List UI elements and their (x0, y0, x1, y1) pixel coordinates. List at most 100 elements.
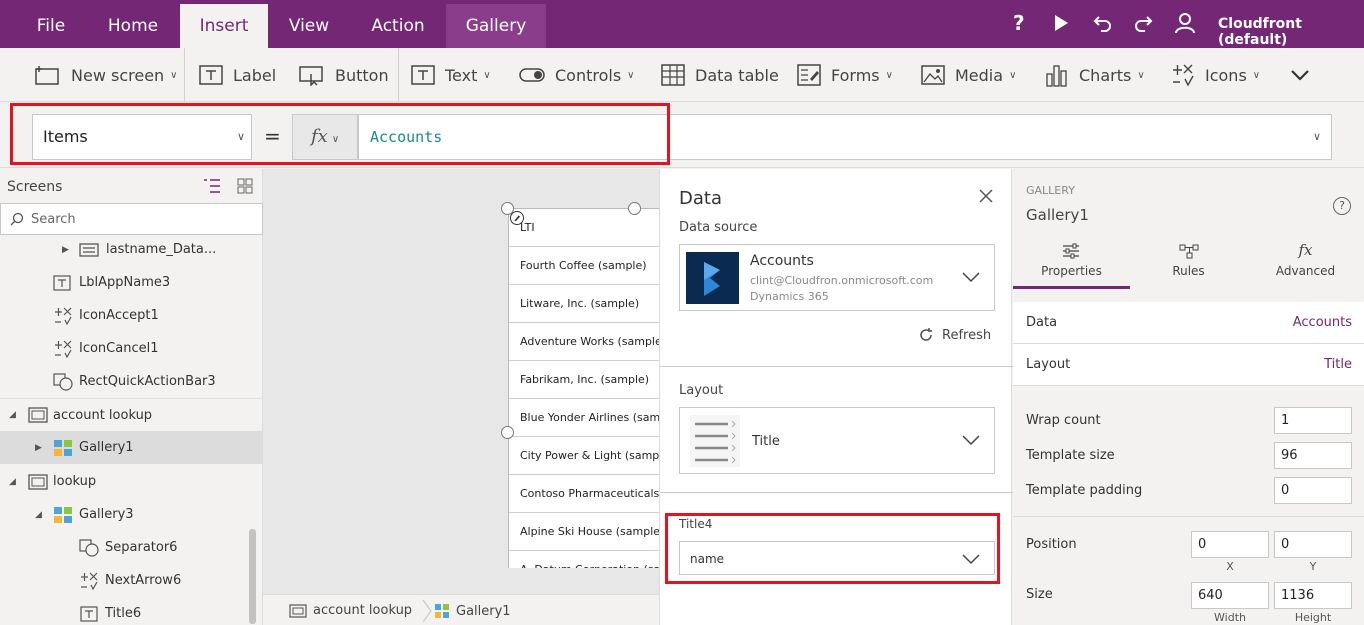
thumbnail-view-icon[interactable] (237, 178, 253, 194)
tree-item[interactable]: ▶ lastname_Data... (0, 233, 263, 266)
divider (660, 366, 1013, 367)
position-x-input[interactable]: 0 (1191, 531, 1269, 558)
tree-scrollbar[interactable] (249, 529, 256, 624)
chevron-down-icon (962, 272, 980, 283)
data-table-button[interactable]: Data table (660, 60, 779, 90)
label-button[interactable]: Label (198, 60, 276, 90)
undo-icon[interactable] (1092, 12, 1114, 34)
wrap-count-input[interactable]: 1 (1274, 407, 1352, 434)
close-icon[interactable] (978, 188, 994, 204)
collapse-arrow-icon[interactable]: ◢ (9, 477, 16, 487)
gallery-item[interactable]: Fourth Coffee (sample) (509, 247, 668, 285)
label-icon (199, 65, 223, 85)
tree-item[interactable]: NextArrow6 (0, 564, 263, 597)
forms-button[interactable]: Forms ∨ (796, 60, 893, 90)
gallery-control[interactable]: LTI Fourth Coffee (sample) Litware, Inc.… (508, 208, 668, 568)
tree-search-input[interactable]: Search (0, 203, 263, 235)
gallery-item[interactable]: Litware, Inc. (sample) (509, 285, 668, 323)
tab-advanced[interactable]: fx Advanced (1247, 237, 1364, 289)
gallery-item[interactable]: Alpine Ski House (sample) (509, 513, 668, 551)
expand-arrow-icon[interactable]: ▶ (35, 443, 42, 453)
menu-insert[interactable]: Insert (180, 4, 268, 48)
screen-icon (28, 407, 48, 423)
data-source-selector[interactable]: Accounts clint@Cloudfron.onmicrosoft.com… (679, 244, 995, 311)
play-icon[interactable] (1050, 12, 1072, 34)
tree-view-icon[interactable] (203, 178, 221, 194)
position-y-input[interactable]: 0 (1274, 531, 1352, 558)
width-input[interactable]: 640 (1191, 582, 1269, 609)
layout-property-label: Layout (1026, 357, 1071, 372)
forms-label: Forms (831, 65, 880, 85)
height-input[interactable]: 1136 (1274, 582, 1352, 609)
tree-item[interactable]: Separator6 (0, 531, 263, 564)
menu-action[interactable]: Action (358, 4, 438, 48)
template-size-label: Template size (1026, 448, 1115, 463)
tree-item-screen[interactable]: ◢ lookup (0, 465, 263, 498)
tree-item[interactable]: ◢ Gallery3 (0, 498, 263, 531)
tree-item-screen[interactable]: ◢ account lookup (0, 398, 263, 431)
menu-file[interactable]: File (22, 4, 80, 48)
control-name[interactable]: Gallery1 (1026, 206, 1089, 224)
controls-button[interactable]: Controls ∨ (518, 60, 635, 90)
refresh-button[interactable]: Refresh (918, 327, 991, 343)
media-button[interactable]: Media ∨ (920, 60, 1016, 90)
expand-arrow-icon[interactable]: ▶ (62, 245, 69, 255)
new-screen-button[interactable]: New screen ∨ (34, 60, 178, 90)
tree-item[interactable]: LblAppName3 (0, 266, 263, 299)
chevron-down-icon: ∨ (885, 69, 893, 81)
tab-rules[interactable]: Rules (1130, 237, 1247, 289)
layout-property-row[interactable]: Layout Title (1013, 344, 1364, 386)
resize-handle[interactable] (501, 426, 514, 439)
redo-icon[interactable] (1132, 12, 1154, 34)
data-property-row[interactable]: Data Accounts (1013, 302, 1364, 344)
gallery-item[interactable]: Adventure Works (sample) (509, 323, 668, 361)
help-icon[interactable]: ? (1333, 197, 1351, 215)
gallery-item[interactable]: Blue Yonder Airlines (sample) (509, 399, 668, 437)
gallery-item[interactable]: Contoso Pharmaceuticals (sample) (509, 475, 668, 513)
gallery-item[interactable]: City Power & Light (sample) (509, 437, 668, 475)
tree-item-label: Gallery1 (79, 440, 134, 455)
resize-handle[interactable] (628, 202, 641, 215)
forms-icon (797, 64, 821, 86)
icons-button[interactable]: Icons ∨ (1170, 60, 1260, 90)
data-source-type: Dynamics 365 (750, 290, 829, 303)
tab-properties[interactable]: Properties (1013, 237, 1130, 289)
button-button[interactable]: Button (298, 60, 389, 90)
gallery-item[interactable]: Fabrikam, Inc. (sample) (509, 361, 668, 399)
fx-icon: fx (1298, 241, 1313, 259)
menu-home[interactable]: Home (96, 4, 170, 48)
shape-icon (79, 538, 99, 557)
gallery-item[interactable]: A. Datum Corporation (sample) (509, 551, 668, 568)
help-icon[interactable]: ? (1008, 12, 1030, 34)
tree-item[interactable]: IconAccept1 (0, 299, 263, 332)
menu-view[interactable]: View (278, 4, 340, 48)
search-placeholder: Search (31, 212, 76, 227)
tree-item[interactable]: RectQuickActionBar3 (0, 365, 263, 398)
menu-gallery[interactable]: Gallery (446, 4, 546, 48)
collapse-arrow-icon[interactable]: ◢ (9, 410, 16, 420)
layout-property-value[interactable]: Title (1324, 357, 1352, 372)
tree-item[interactable]: Title6 (0, 597, 263, 625)
template-padding-input[interactable]: 0 (1274, 477, 1352, 504)
tree-item-selected[interactable]: ▶ Gallery1 (0, 431, 263, 464)
breadcrumb: account lookup Gallery1 (263, 594, 659, 625)
data-property-value[interactable]: Accounts (1293, 315, 1352, 330)
text-icon (411, 65, 435, 85)
ribbon-divider (184, 48, 185, 102)
user-icon[interactable] (1174, 12, 1196, 34)
environment-name[interactable]: Cloudfront (default) (1218, 16, 1364, 48)
expand-ribbon-button[interactable] (1290, 60, 1319, 90)
highlight-box-title (665, 513, 1000, 584)
text-button[interactable]: Text ∨ (410, 60, 491, 90)
chevron-down-icon: ∨ (1252, 69, 1261, 81)
charts-button[interactable]: Charts ∨ (1044, 60, 1145, 90)
layout-selector[interactable]: Title (679, 407, 995, 474)
gallery-item[interactable]: LTI (509, 209, 668, 247)
breadcrumb-screen[interactable]: account lookup (289, 603, 412, 618)
breadcrumb-control[interactable]: Gallery1 (434, 603, 511, 619)
tree-item[interactable]: IconCancel1 (0, 332, 263, 365)
template-size-input[interactable]: 96 (1274, 442, 1352, 469)
edit-template-icon[interactable] (510, 211, 524, 225)
chevron-down-icon: ∨ (627, 69, 635, 81)
collapse-arrow-icon[interactable]: ◢ (35, 510, 42, 520)
